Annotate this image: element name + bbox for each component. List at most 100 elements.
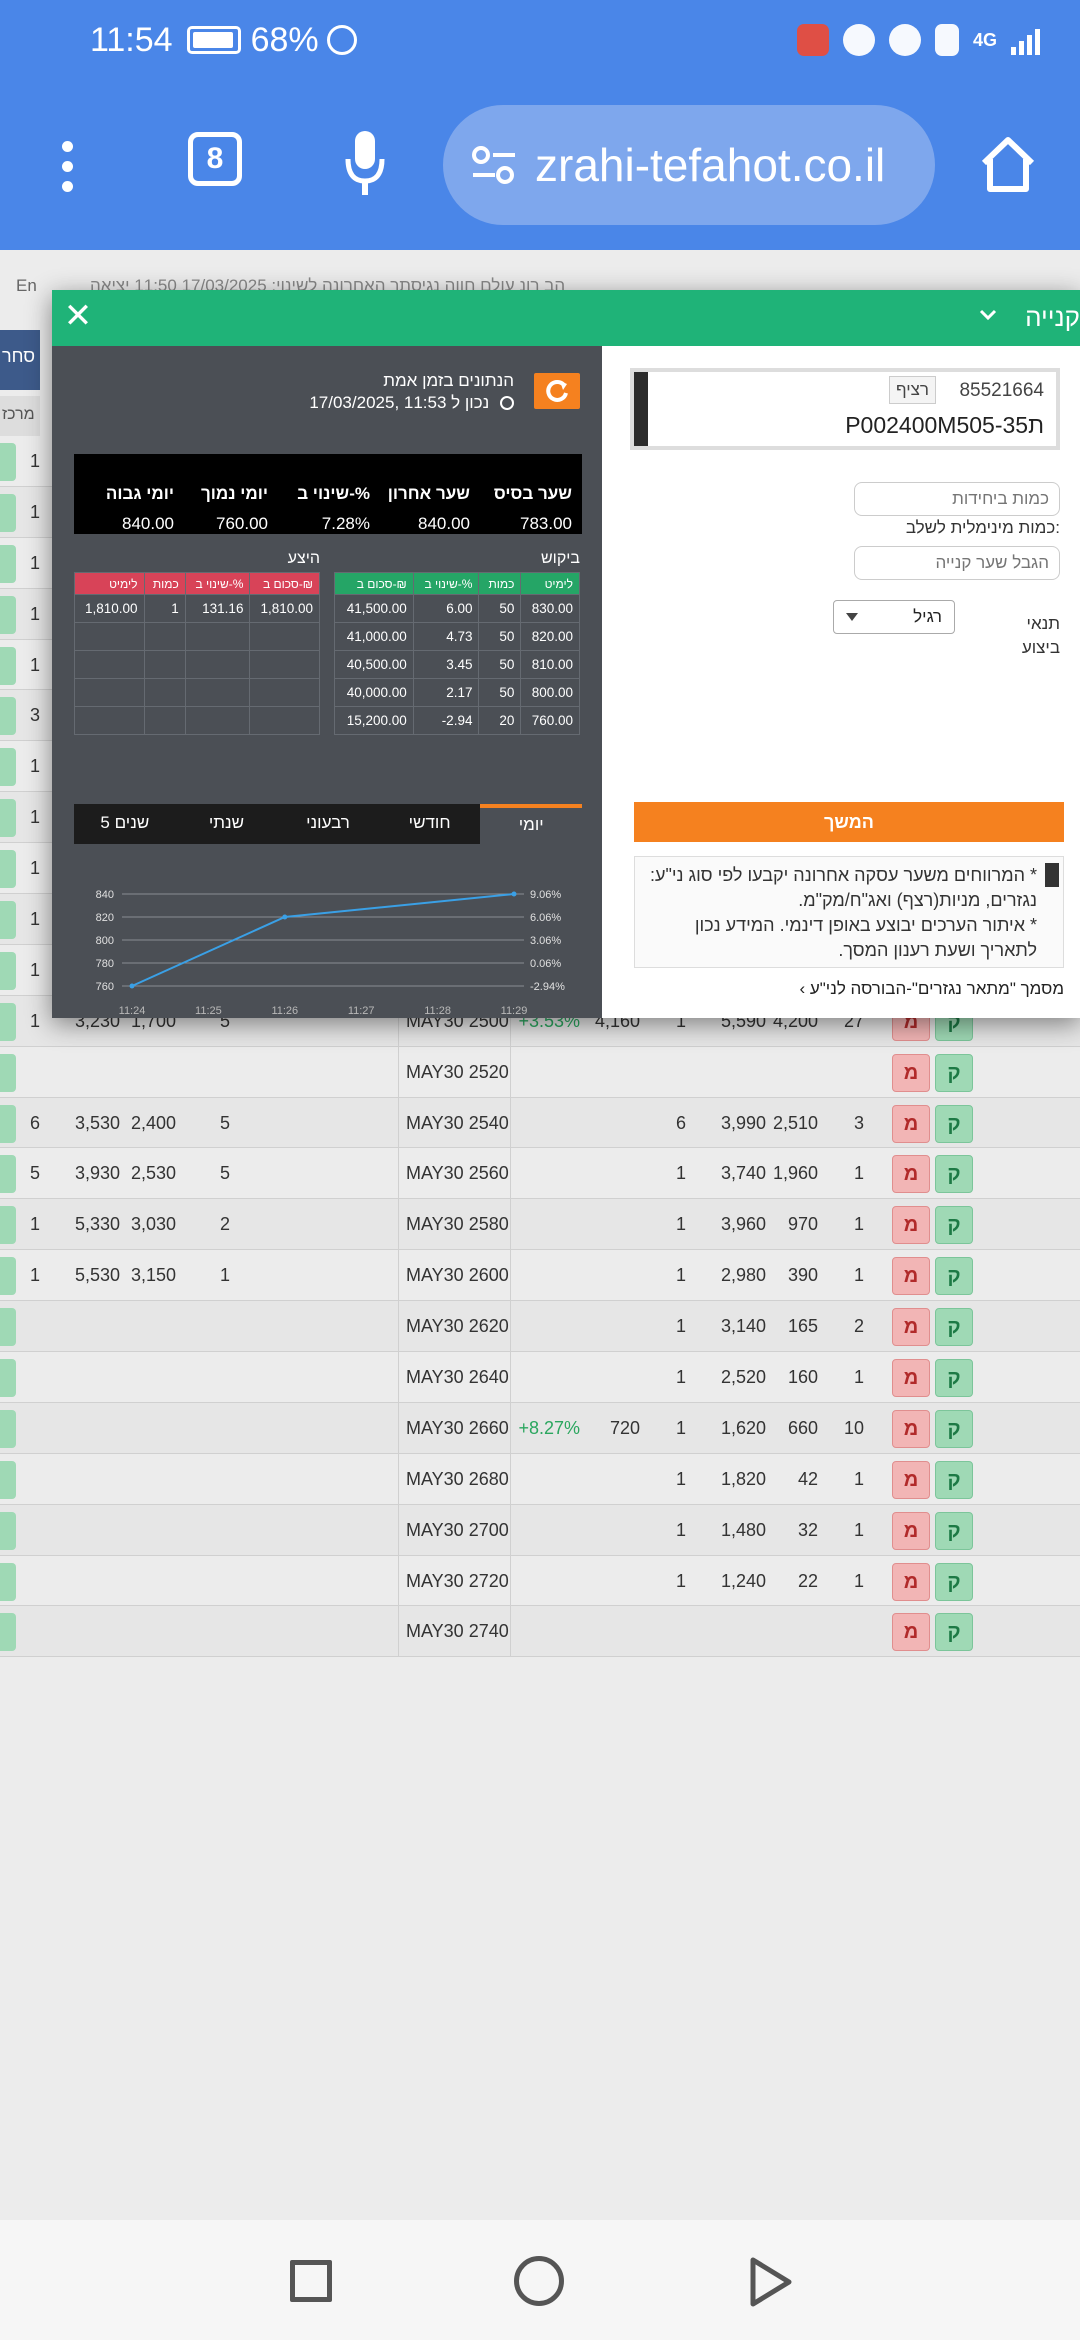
tab-switcher-button[interactable]: 8 [188, 132, 242, 186]
battery-percent: 68% [250, 20, 319, 59]
ask-title: היצע [287, 550, 320, 567]
home-icon[interactable] [978, 135, 1038, 193]
buy-button[interactable]: ק [935, 1155, 973, 1194]
row-edge-button[interactable] [0, 646, 16, 685]
refresh-button[interactable] [534, 373, 580, 409]
row-edge-button[interactable] [0, 595, 16, 634]
book-cell: 1,810.00 [74, 594, 145, 623]
row-edge-button[interactable] [0, 443, 16, 481]
book-cell [184, 650, 251, 679]
price-point [129, 983, 135, 989]
row-edge-button[interactable] [0, 1613, 16, 1652]
book-header: כמות [143, 572, 186, 595]
buy-button[interactable]: ק [935, 1206, 973, 1245]
buy-button[interactable]: ק [935, 1308, 973, 1347]
sell-button[interactable]: מ [892, 1511, 930, 1550]
chevron-down-icon[interactable] [976, 302, 1000, 326]
limit-price-input[interactable] [854, 546, 1060, 580]
sell-button[interactable]: מ [892, 1155, 930, 1194]
row-edge-button[interactable] [0, 1257, 16, 1296]
market-data-panel: הנתונים בזמן אמת נכון ל 11:53 ,17/03/202… [52, 346, 602, 1018]
book-row[interactable]: 40,500.00 3.45 50 810.00 [334, 650, 580, 679]
row-edge-button[interactable] [0, 1409, 16, 1448]
book-row[interactable]: 41,000.00 4.73 50 820.00 [334, 622, 580, 651]
cell: 1 [29, 603, 40, 624]
microphone-icon[interactable] [345, 129, 385, 199]
row-edge-button[interactable] [0, 1155, 16, 1194]
book-cell [74, 622, 145, 651]
sell-button[interactable]: מ [892, 1308, 930, 1347]
side-tab-2[interactable]: מרכז [0, 396, 40, 436]
book-header: לימיט [74, 572, 145, 595]
book-row[interactable]: 1,810.00 1 131.16 1,810.00 [74, 594, 320, 623]
book-row[interactable] [74, 622, 320, 651]
buy-button[interactable]: ק [935, 1409, 973, 1448]
table-row: +8.27% 720 1 1,620 660 10 MAY30 2660 מ ק [0, 1402, 1080, 1454]
recents-button[interactable] [290, 2260, 332, 2302]
period-tab[interactable]: יומי [480, 804, 582, 844]
cell: 1 [29, 1214, 40, 1235]
buy-button[interactable]: ק [935, 1053, 973, 1092]
period-tab[interactable]: רבעוני [277, 804, 379, 844]
derivatives-doc-link[interactable]: מסמך "מתאר נגזרים"-הבורסה לני"ע › [799, 979, 1064, 999]
buy-button[interactable]: ק [935, 1511, 973, 1550]
row-edge-button[interactable] [0, 1359, 16, 1398]
period-tab[interactable]: 5 שנים [74, 804, 176, 844]
back-button[interactable] [748, 2256, 794, 2308]
book-row[interactable]: 41,500.00 6.00 50 830.00 [334, 594, 580, 623]
buy-button[interactable]: ק [935, 1460, 973, 1499]
sell-button[interactable]: מ [892, 1562, 930, 1601]
sell-button[interactable]: מ [892, 1359, 930, 1398]
exec-condition-select[interactable]: רגיל [833, 600, 955, 634]
row-edge-button[interactable] [0, 544, 16, 583]
row-edge-button[interactable] [0, 697, 16, 736]
continue-button[interactable]: המשך [634, 802, 1064, 842]
row-edge-button[interactable] [0, 901, 16, 940]
quantity-input[interactable] [854, 482, 1060, 516]
side-tab[interactable]: סחר [0, 330, 40, 390]
row-edge-button[interactable] [0, 1104, 16, 1143]
buy-button[interactable]: ק [935, 1562, 973, 1601]
row-edge-button[interactable] [0, 1562, 16, 1601]
sell-button[interactable]: מ [892, 1053, 930, 1092]
buy-button[interactable]: ק [935, 1104, 973, 1143]
sell-button[interactable]: מ [892, 1409, 930, 1448]
buy-button[interactable]: ק [935, 1257, 973, 1296]
column-divider [510, 1352, 511, 1403]
notes-scrollbar[interactable] [1045, 863, 1059, 887]
close-icon[interactable]: ✕ [58, 296, 98, 336]
address-bar[interactable]: zrahi-tefahot.co.il [443, 105, 935, 225]
book-row[interactable] [74, 706, 320, 735]
series-name: MAY30 2560 [406, 1163, 509, 1184]
row-edge-button[interactable] [0, 951, 16, 990]
row-edge-button[interactable] [0, 748, 16, 787]
cell: 1,620 [720, 1417, 766, 1438]
row-edge-button[interactable] [0, 1206, 16, 1245]
row-edge-button[interactable] [0, 799, 16, 838]
sell-button[interactable]: מ [892, 1104, 930, 1143]
row-edge-button[interactable] [0, 850, 16, 889]
buy-button[interactable]: ק [935, 1613, 973, 1652]
book-row[interactable] [74, 650, 320, 679]
period-tab[interactable]: שנתי [176, 804, 278, 844]
sell-button[interactable]: מ [892, 1613, 930, 1652]
row-edge-button[interactable] [0, 1053, 16, 1092]
row-edge-button[interactable] [0, 1002, 16, 1041]
period-tab[interactable]: חודשי [379, 804, 481, 844]
row-edge-button[interactable] [0, 1460, 16, 1499]
sell-button[interactable]: מ [892, 1206, 930, 1245]
book-row[interactable]: 15,200.00 -2.94 20 760.00 [334, 706, 580, 735]
row-edge-button[interactable] [0, 493, 16, 532]
sell-button[interactable]: מ [892, 1460, 930, 1499]
series-name: MAY30 2680 [406, 1468, 509, 1489]
sell-button[interactable]: מ [892, 1257, 930, 1296]
book-row[interactable]: 40,000.00 2.17 50 800.00 [334, 678, 580, 707]
home-nav-button[interactable] [514, 2256, 564, 2306]
row-edge-button[interactable] [0, 1511, 16, 1550]
language-link[interactable]: En [16, 276, 37, 296]
site-settings-icon[interactable] [471, 145, 517, 185]
menu-dots-icon[interactable] [62, 141, 74, 192]
book-row[interactable] [74, 678, 320, 707]
row-edge-button[interactable] [0, 1308, 16, 1347]
buy-button[interactable]: ק [935, 1359, 973, 1398]
